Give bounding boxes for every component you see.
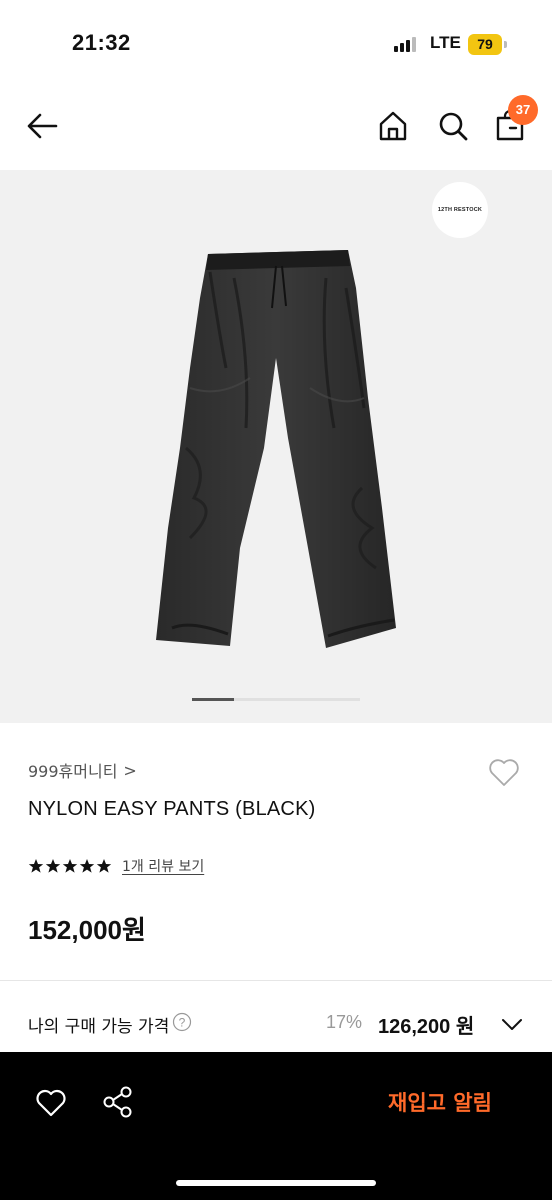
home-icon[interactable] [375,108,411,144]
star-icon [28,859,44,873]
cart-count-badge: 37 [508,95,538,125]
star-icon [79,859,95,873]
home-indicator [176,1180,376,1186]
battery-icon: 79 [468,34,502,55]
star-icon [96,859,112,873]
top-nav-bar [0,90,552,170]
restock-alert-button[interactable]: 재입고 알림 [360,1082,520,1124]
bottom-action-bar: 재입고 알림 [0,1052,552,1200]
search-icon[interactable] [435,108,471,144]
gallery-progress-indicator [192,698,234,701]
wishlist-heart-icon[interactable] [486,754,522,790]
brand-link[interactable]: 999휴머니티 > [28,758,137,782]
product-image-gallery[interactable]: 12TH RESTOCK [0,170,552,723]
rating-row: 1개 리뷰 보기 [28,856,204,876]
divider [0,980,552,981]
network-label: LTE [430,33,461,52]
help-icon[interactable]: ? [172,1012,192,1032]
star-icon [45,859,61,873]
product-image [156,250,396,648]
status-time: 21:32 [72,30,131,55]
chevron-down-icon[interactable] [500,1012,524,1036]
product-price: 152,000원 [28,915,146,945]
back-arrow-icon[interactable] [24,108,60,144]
star-icon [62,859,78,873]
svg-text:?: ? [179,1016,186,1030]
brand-name: 999휴머니티 [28,762,118,781]
review-link[interactable]: 1개 리뷰 보기 [122,856,204,876]
final-price: 126,200 원 [378,1016,475,1038]
discount-rate: 17% [326,1012,363,1032]
signal-icon [394,36,418,52]
share-icon[interactable] [100,1084,136,1120]
status-bar: 21:32 LTE 79 [0,0,552,90]
restock-badge: 12TH RESTOCK [432,182,488,238]
purchase-price-label: 나의 구매 가능 가격 [28,1017,170,1037]
battery-tip [504,41,507,48]
brand-chevron: > [123,760,137,780]
star-rating [28,858,112,874]
product-name: NYLON EASY PANTS (BLACK) [28,798,316,820]
gallery-progress [192,698,360,701]
heart-icon[interactable] [34,1086,68,1120]
purchase-price-row[interactable]: 나의 구매 가능 가격 ? 17% 126,200 원 [28,1008,528,1042]
